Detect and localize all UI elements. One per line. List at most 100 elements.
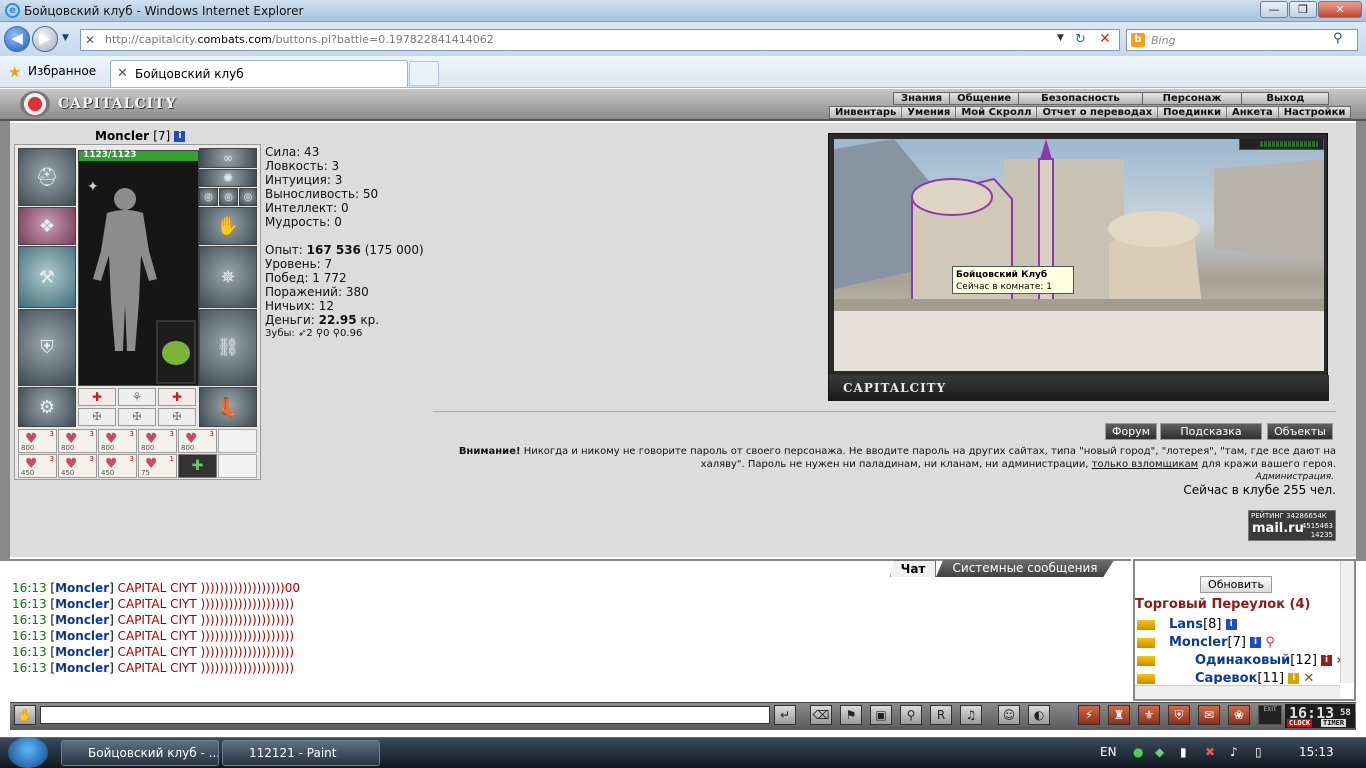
- nav-character[interactable]: Персонаж: [1143, 93, 1243, 104]
- rune-slot-1[interactable]: ✠: [78, 408, 116, 426]
- amulet-slot-2[interactable]: ⚘: [118, 388, 156, 406]
- smiley-icon[interactable]: ☺: [998, 705, 1020, 725]
- chat-input[interactable]: [40, 706, 770, 724]
- favorites-button[interactable]: Избранное: [28, 64, 96, 78]
- filter-icon[interactable]: ⚑: [840, 705, 862, 725]
- boots-slot[interactable]: 👢: [199, 387, 257, 427]
- taskbar-item-ie[interactable]: Бойцовский клуб - ...: [61, 740, 219, 766]
- window-titlebar[interactable]: e Бойцовский клуб - Windows Internet Exp…: [0, 0, 1366, 22]
- forward-button[interactable]: ▶: [32, 26, 58, 52]
- character-avatar[interactable]: ✦: [78, 150, 199, 386]
- user-private-icon[interactable]: [1137, 673, 1155, 684]
- maximize-button[interactable]: ❐: [1289, 1, 1317, 18]
- save-icon[interactable]: ▣: [870, 705, 892, 725]
- nav-inventory[interactable]: Инвентарь: [830, 107, 903, 118]
- potion-slot[interactable]: ♥ 1 75: [138, 454, 177, 478]
- armor-slot[interactable]: ⛨: [18, 309, 76, 386]
- chat-mode-icon[interactable]: ✋: [14, 705, 36, 725]
- nav-settings[interactable]: Настройки: [1279, 107, 1351, 118]
- info-icon[interactable]: i: [1288, 673, 1300, 684]
- favorites-star-icon[interactable]: ★: [8, 63, 21, 81]
- rune-slot-2[interactable]: ✠: [118, 408, 156, 426]
- info-icon[interactable]: i: [1225, 619, 1237, 630]
- exit-button[interactable]: EXIT: [1258, 705, 1282, 725]
- send-icon[interactable]: ↵: [774, 705, 796, 725]
- refresh-button[interactable]: Обновить: [1200, 576, 1272, 593]
- walk-icon[interactable]: ⚲: [900, 705, 922, 725]
- user-private-icon[interactable]: [1137, 655, 1155, 666]
- tab-chat[interactable]: Чат: [890, 560, 936, 577]
- security-icon[interactable]: ✖: [1205, 745, 1215, 759]
- gift-icon[interactable]: ✉: [1198, 705, 1220, 725]
- refresh-icon[interactable]: ↻: [1075, 32, 1086, 47]
- ring-slot-2[interactable]: ◎: [219, 188, 238, 206]
- amulet-slot-3[interactable]: ✚: [158, 388, 196, 406]
- info-icon[interactable]: i: [174, 131, 186, 142]
- potion-slot[interactable]: ♥ 3 800: [18, 429, 57, 453]
- necklace-slot[interactable]: ✺: [199, 169, 257, 187]
- minimize-button[interactable]: —: [1260, 1, 1288, 18]
- nav-security[interactable]: Безопасность: [1019, 93, 1143, 104]
- translit-icon[interactable]: R: [930, 705, 952, 725]
- close-button[interactable]: ✕: [1318, 1, 1362, 18]
- user-list-hscrollbar[interactable]: [1135, 685, 1340, 699]
- search-icon[interactable]: ⚲: [1333, 31, 1343, 46]
- info-icon[interactable]: i: [1321, 655, 1333, 666]
- start-button[interactable]: [8, 737, 48, 768]
- user-private-icon[interactable]: [1137, 637, 1155, 648]
- earrings-slot[interactable]: ∞: [199, 148, 257, 168]
- clear-icon[interactable]: ⌫: [810, 705, 832, 725]
- room-user[interactable]: Moncler[7] i ⚲: [1137, 635, 1275, 650]
- potion-slot[interactable]: ♥ 3 800: [58, 429, 97, 453]
- language-indicator[interactable]: EN: [1100, 745, 1117, 759]
- amulet-slot-1[interactable]: ✚: [78, 388, 116, 406]
- forum-button[interactable]: Форум: [1105, 423, 1157, 440]
- nav-transfer-report[interactable]: Отчет о переводах: [1037, 107, 1159, 118]
- browser-tab-main[interactable]: ✕ Бойцовский клуб: [110, 60, 408, 87]
- pet-icon[interactable]: ❀: [1228, 705, 1250, 725]
- shield-slot[interactable]: ✵: [199, 246, 257, 308]
- rating-counter[interactable]: РЕЙТИНГ 34286654К mail.ru 4515463 14235: [1248, 510, 1336, 541]
- volume-icon[interactable]: ♪: [1230, 745, 1238, 759]
- nav-knowledge[interactable]: Знания: [894, 93, 951, 104]
- chat-nick[interactable]: Moncler: [55, 597, 109, 611]
- nav-communication[interactable]: Общение: [950, 93, 1020, 104]
- room-user[interactable]: Саревок[11] i ✕: [1137, 671, 1314, 684]
- network-icon[interactable]: ●: [1133, 745, 1143, 759]
- nvidia-icon[interactable]: ◆: [1155, 745, 1164, 759]
- signal-icon[interactable]: ▮: [1180, 745, 1187, 759]
- taskbar-item-paint[interactable]: 112121 - Paint: [222, 740, 380, 766]
- potion-slot[interactable]: ♥ 3 450: [18, 454, 57, 478]
- bag-icon[interactable]: ♜: [1108, 705, 1130, 725]
- chat-nick[interactable]: Moncler: [55, 613, 109, 627]
- empty-slot[interactable]: [218, 454, 257, 478]
- fight-icon[interactable]: ⚡: [1078, 705, 1100, 725]
- history-dropdown-icon[interactable]: ▼: [62, 33, 69, 43]
- helmet-slot[interactable]: ⛑: [18, 148, 76, 206]
- sound-icon[interactable]: ♫: [960, 705, 982, 725]
- chat-nick[interactable]: Moncler: [55, 629, 109, 643]
- potion-slot[interactable]: ♥ 3 800: [178, 429, 217, 453]
- armor-icon[interactable]: ⛨: [1168, 705, 1190, 725]
- potion-slot[interactable]: ♥ 3 800: [98, 429, 137, 453]
- nav-exit[interactable]: Выход: [1242, 93, 1328, 104]
- empty-slot[interactable]: [218, 429, 257, 453]
- room-user[interactable]: Lans[8] i: [1137, 617, 1237, 632]
- user-list-scrollbar[interactable]: [1340, 561, 1354, 683]
- weapon-slot[interactable]: ⚒: [18, 246, 76, 308]
- legs-slot[interactable]: ⛓: [199, 309, 257, 386]
- city-image[interactable]: [834, 139, 1324, 371]
- chat-nick[interactable]: Moncler: [55, 661, 109, 675]
- system-clock[interactable]: 15:13: [1299, 745, 1334, 759]
- ring-slot-3[interactable]: ◎: [239, 188, 257, 206]
- address-field[interactable]: ✕ http://capitalcity.combats.com/buttons…: [80, 29, 1120, 51]
- chat-nick[interactable]: Moncler: [55, 645, 109, 659]
- scroll-slot[interactable]: ✚: [178, 454, 217, 478]
- stop-icon[interactable]: ✕: [1099, 31, 1111, 47]
- nav-skills[interactable]: Умения: [902, 107, 957, 118]
- ring-slot-1[interactable]: ◎: [199, 188, 218, 206]
- user-private-icon[interactable]: [1137, 619, 1155, 630]
- game-logo[interactable]: CAPITALCITY: [18, 91, 178, 117]
- gloves-slot[interactable]: ✋: [199, 207, 257, 245]
- objects-button[interactable]: Объекты: [1267, 423, 1333, 440]
